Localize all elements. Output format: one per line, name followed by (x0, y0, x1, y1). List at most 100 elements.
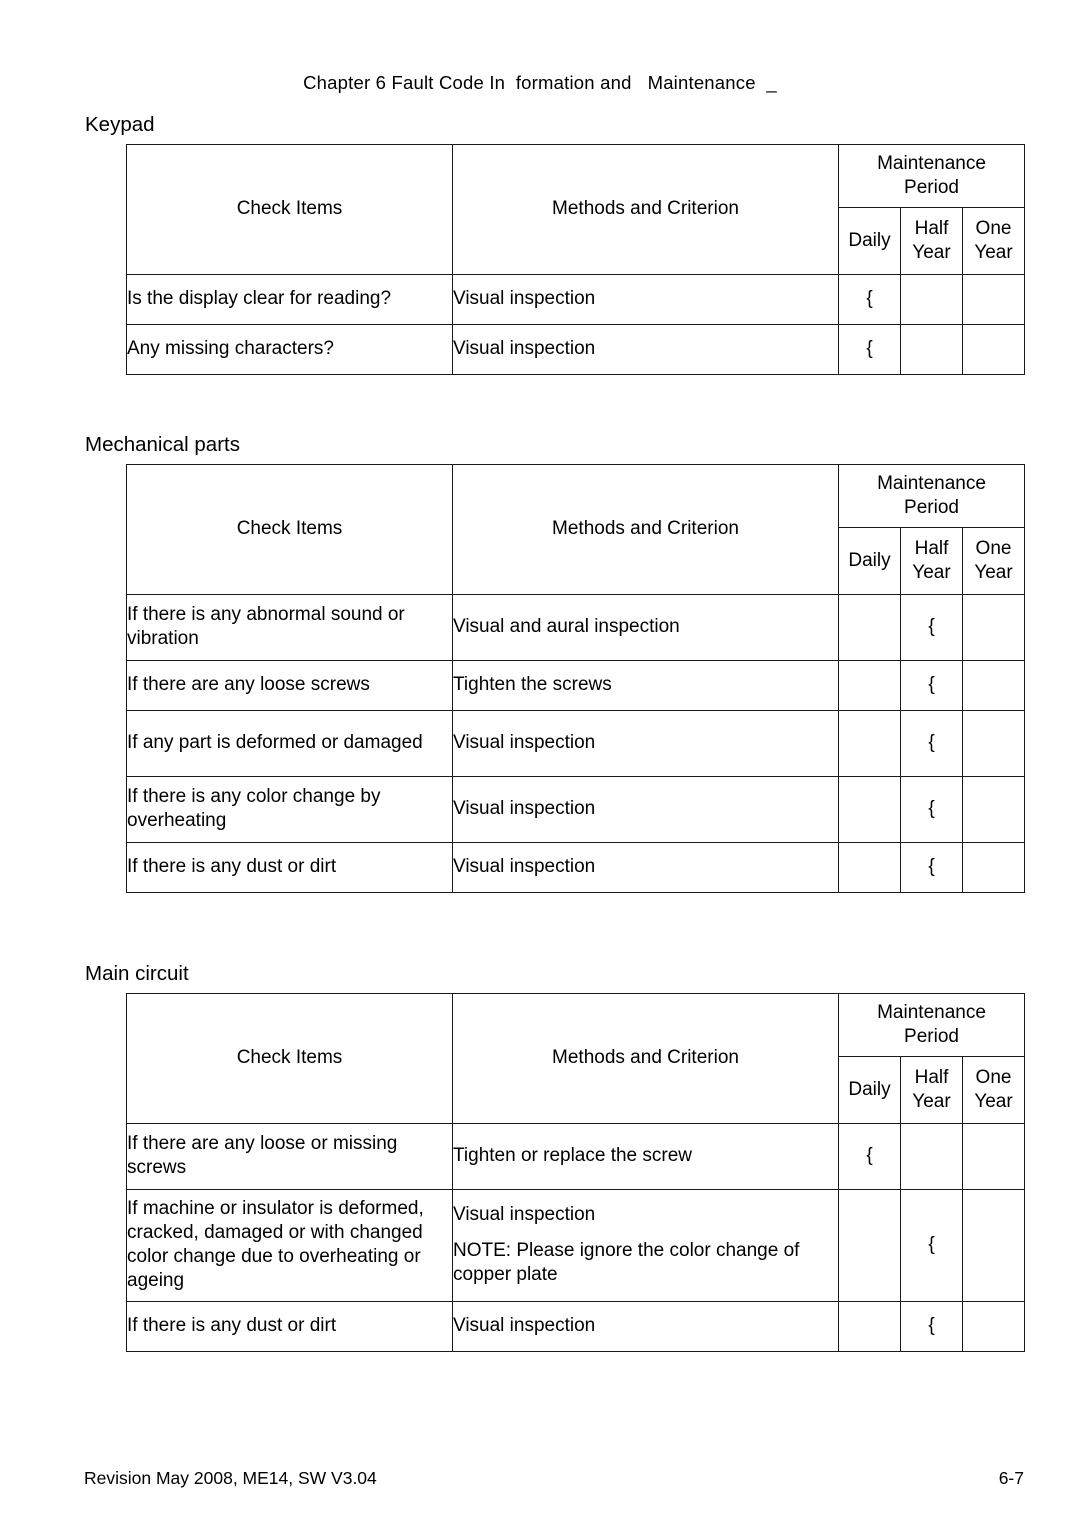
cell-one-year-mark (961, 775, 1026, 843)
table-row: If there is any dust or dirt Visual insp… (126, 841, 1026, 893)
cell-method-note: NOTE: Please ignore the color change of … (453, 1240, 800, 1286)
table-keypad: Check Items Methods and Criterion Mainte… (126, 143, 1026, 375)
maintenance-period-line2: Period (904, 176, 959, 198)
cell-daily-mark (838, 659, 901, 711)
cell-method: Visual inspection (452, 323, 839, 375)
cell-method: Visual inspection (452, 841, 839, 893)
cell-method: Visual inspection (452, 775, 839, 843)
cell-half-year-mark (900, 323, 963, 375)
table-row: Any missing characters? Visual inspectio… (126, 323, 1026, 375)
table-row: Is the display clear for reading? Visual… (126, 273, 1026, 325)
cell-check-item: If there are any loose or missing screws (126, 1122, 453, 1190)
column-header-methods: Methods and Criterion (452, 143, 839, 275)
section-mechanical-parts: Mechanical parts Check Items Methods and… (84, 433, 1026, 893)
column-header-maintenance-period: Maintenance Period (837, 463, 1026, 528)
cell-check-item: Is the display clear for reading? (126, 273, 453, 325)
cell-one-year-mark (961, 709, 1026, 777)
cell-daily-mark (838, 1300, 901, 1352)
column-header-one-year: One Year (961, 1055, 1026, 1124)
cell-method: Visual inspection NOTE: Please ignore th… (452, 1188, 839, 1302)
cell-check-item: Any missing characters? (126, 323, 453, 375)
section-keypad: Keypad Check Items Methods and Criterion… (84, 113, 1026, 375)
cell-check-item: If machine or insulator is deformed, cra… (126, 1188, 453, 1302)
cell-daily-mark (838, 1188, 901, 1302)
cell-daily-mark: { (838, 323, 901, 375)
cell-daily-mark (838, 841, 901, 893)
table-row: If there are any loose or missing screws… (126, 1122, 1026, 1190)
cell-method: Visual inspection (452, 1300, 839, 1352)
cell-one-year-mark (961, 323, 1026, 375)
cell-half-year-mark: { (900, 841, 963, 893)
table-header-row: Check Items Methods and Criterion Mainte… (126, 143, 1026, 275)
cell-method: Visual and aural inspection (452, 593, 839, 661)
section-main-circuit: Main circuit Check Items Methods and Cri… (84, 962, 1026, 1352)
cell-one-year-mark (961, 593, 1026, 661)
table-row: If machine or insulator is deformed, cra… (126, 1188, 1026, 1302)
column-header-one-year: One Year (961, 526, 1026, 595)
cell-daily-mark (838, 593, 901, 661)
cell-half-year-mark (900, 1122, 963, 1190)
table-header-row: Check Items Methods and Criterion Mainte… (126, 992, 1026, 1124)
table-row: If there is any abnormal sound or vibrat… (126, 593, 1026, 661)
cell-daily-mark (838, 775, 901, 843)
section-label-keypad: Keypad (85, 113, 155, 136)
half-year-line1: Half (914, 1066, 949, 1088)
one-year-line2: Year (974, 241, 1013, 263)
column-header-half-year: Half Year (900, 206, 963, 275)
cell-method-text: Visual inspection (453, 1204, 596, 1226)
column-header-daily: Daily (838, 526, 901, 595)
column-header-check-items: Check Items (126, 992, 453, 1124)
cell-check-item: If there is any color change by overheat… (126, 775, 453, 843)
cell-half-year-mark: { (900, 659, 963, 711)
cell-half-year-mark: { (900, 593, 963, 661)
column-header-one-year: One Year (961, 206, 1026, 275)
cell-daily-mark: { (838, 1122, 901, 1190)
maintenance-period-line2: Period (904, 496, 959, 518)
cell-one-year-mark (961, 659, 1026, 711)
cell-check-item: If there is any dust or dirt (126, 841, 453, 893)
cell-method: Tighten or replace the screw (452, 1122, 839, 1190)
column-header-daily: Daily (838, 206, 901, 275)
cell-daily-mark (838, 709, 901, 777)
half-year-line2: Year (912, 241, 951, 263)
footer-revision: Revision May 2008, ME14, SW V3.04 (84, 1468, 377, 1488)
column-header-methods: Methods and Criterion (452, 992, 839, 1124)
document-page: Chapter 6 Fault Code In formation and Ma… (0, 0, 1080, 1534)
one-year-line1: One (975, 1066, 1012, 1088)
cell-half-year-mark: { (900, 1188, 963, 1302)
cell-half-year-mark: { (900, 1300, 963, 1352)
half-year-line2: Year (912, 1090, 951, 1112)
column-header-maintenance-period: Maintenance Period (837, 143, 1026, 208)
table-header-row: Check Items Methods and Criterion Mainte… (126, 463, 1026, 595)
cell-half-year-mark: { (900, 775, 963, 843)
column-header-half-year: Half Year (900, 1055, 963, 1124)
section-label-main-circuit: Main circuit (85, 962, 189, 985)
column-header-daily: Daily (838, 1055, 901, 1124)
maintenance-period-line1: Maintenance (877, 1001, 986, 1023)
table-row: If there is any color change by overheat… (126, 775, 1026, 843)
column-header-check-items: Check Items (126, 463, 453, 595)
table-mechanical-parts: Check Items Methods and Criterion Mainte… (126, 463, 1026, 893)
cell-method: Tighten the screws (452, 659, 839, 711)
cell-check-item: If there is any dust or dirt (126, 1300, 453, 1352)
document-footer: Revision May 2008, ME14, SW V3.04 6-7 (84, 1468, 1024, 1489)
cell-one-year-mark (961, 1122, 1026, 1190)
cell-half-year-mark: { (900, 709, 963, 777)
maintenance-period-line1: Maintenance (877, 152, 986, 174)
table-row: If any part is deformed or damaged Visua… (126, 709, 1026, 777)
maintenance-period-line2: Period (904, 1025, 959, 1047)
column-header-check-items: Check Items (126, 143, 453, 275)
cell-one-year-mark (961, 273, 1026, 325)
one-year-line1: One (975, 217, 1012, 239)
cell-daily-mark: { (838, 273, 901, 325)
section-label-mechanical-parts: Mechanical parts (85, 433, 240, 456)
cell-one-year-mark (961, 1300, 1026, 1352)
table-row: If there are any loose screws Tighten th… (126, 659, 1026, 711)
cell-check-item: If any part is deformed or damaged (126, 709, 453, 777)
footer-page-number: 6-7 (998, 1468, 1024, 1488)
half-year-line1: Half (914, 537, 949, 559)
column-header-methods: Methods and Criterion (452, 463, 839, 595)
cell-check-item: If there is any abnormal sound or vibrat… (126, 593, 453, 661)
one-year-line2: Year (974, 561, 1013, 583)
maintenance-period-line1: Maintenance (877, 472, 986, 494)
